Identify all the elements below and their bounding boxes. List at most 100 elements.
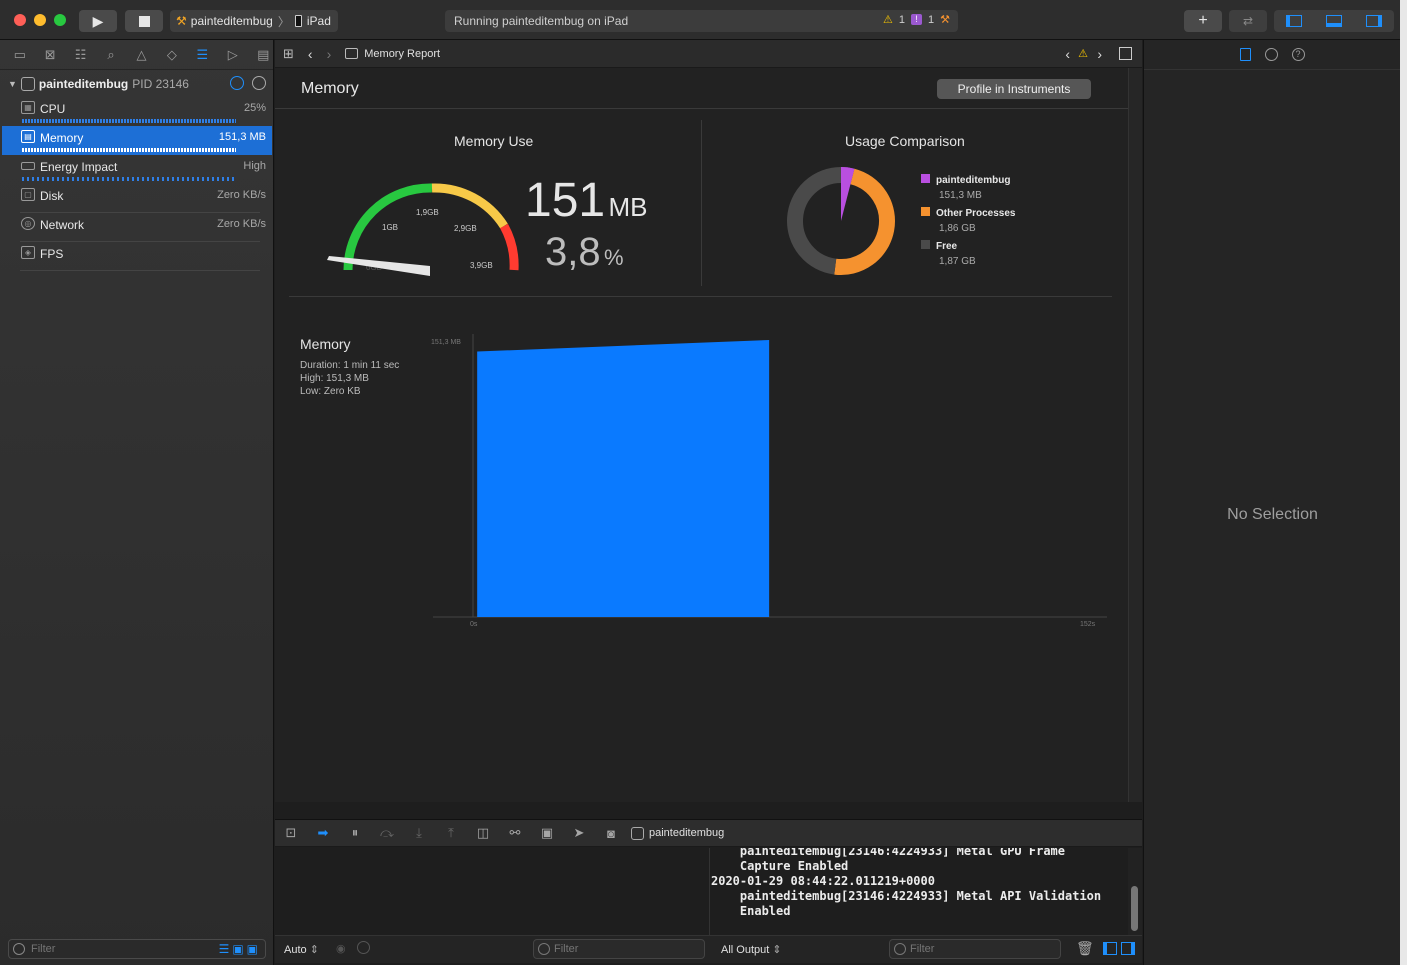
folder-icon[interactable]: ▭ (10, 47, 29, 63)
toggle-inspector-icon[interactable] (1366, 15, 1382, 27)
warnings-count: 1 (898, 13, 905, 26)
variables-filter[interactable] (533, 939, 705, 959)
legend-swatch-app (921, 174, 930, 183)
cpu-gauge[interactable]: ▦ CPU 25% (2, 97, 272, 126)
hide-debug-area-icon[interactable]: ⊡ (275, 825, 307, 841)
help-inspector-icon[interactable]: ? (1291, 48, 1305, 61)
next-issue-icon[interactable]: › (1097, 46, 1102, 62)
battery-icon (21, 162, 35, 170)
warning-icon[interactable]: ⚠ (1078, 47, 1088, 60)
activity-viewer: Running painteditembug on iPad ⚠ 1 ! 1 ⚒ (445, 10, 958, 32)
memory-percent-display: 3,8 % (545, 230, 624, 275)
console-scrollbar[interactable] (1128, 848, 1142, 935)
navigator-filter[interactable]: ☰▣▣ (8, 939, 266, 959)
find-icon[interactable]: ⌕ (101, 47, 120, 63)
source-control-icon[interactable]: ⊠ (40, 47, 59, 63)
build-hammer-icon: ⚒ (940, 14, 950, 26)
breakpoint-icon[interactable]: ▷ (223, 47, 242, 63)
disk-gauge[interactable]: ▢ Disk Zero KB/s (2, 184, 272, 213)
forward-chevron-icon[interactable]: › (327, 46, 332, 62)
editor-options-icon[interactable] (1119, 47, 1132, 60)
split-left-icon[interactable] (1103, 942, 1117, 955)
file-inspector-icon[interactable] (1239, 48, 1251, 61)
camera-icon[interactable]: ◙ (595, 826, 627, 841)
zoom-window-button[interactable] (54, 14, 66, 26)
eye-icon[interactable]: ◉ (336, 942, 346, 955)
breakpoints-toggle-icon[interactable]: ➡ (307, 825, 339, 841)
issue-navigator-icon[interactable]: △ (132, 47, 151, 63)
usage-comparison-title: Usage Comparison (845, 133, 965, 149)
arrows-swap-icon: ⇄ (1242, 14, 1254, 28)
filter-options-icons[interactable]: ☰▣▣ (219, 942, 261, 956)
environment-overrides-icon[interactable]: ▣ (531, 825, 563, 841)
view-hierarchy-icon[interactable]: ◫ (467, 825, 499, 841)
disclosure-triangle-icon[interactable]: ▼ (8, 79, 17, 89)
breadcrumb[interactable]: Memory Report (364, 48, 440, 60)
editor-scrollbar[interactable] (1128, 68, 1142, 802)
report-icon[interactable]: ▤ (254, 47, 273, 63)
memory-gauge[interactable]: ▤ Memory 151,3 MB (2, 126, 272, 155)
step-out-icon[interactable]: ⤒ (435, 825, 467, 841)
step-into-icon[interactable]: ⤓ (403, 825, 435, 841)
code-review-button[interactable]: ⇄ (1229, 10, 1267, 32)
memory-value: 151,3 MB (218, 131, 266, 143)
process-name: painteditembug (38, 77, 129, 91)
trash-icon[interactable]: 🗑 (1076, 940, 1094, 957)
network-globe-icon: ◎ (21, 217, 35, 230)
network-label: Network (40, 218, 85, 232)
divider (289, 296, 1112, 297)
back-chevron-icon[interactable]: ‹ (308, 46, 313, 62)
variables-filter-input[interactable] (554, 943, 694, 955)
pause-icon[interactable]: ⏸ (339, 825, 371, 841)
console-output-selector[interactable]: All Output ⇕ (721, 943, 782, 956)
cpu-icon: ▦ (21, 101, 35, 114)
legend-item-free: Free 1,87 GB (921, 239, 1016, 269)
symbol-icon[interactable]: ☷ (71, 47, 90, 63)
view-options-icon[interactable] (252, 76, 266, 90)
history-inspector-icon[interactable] (1264, 48, 1278, 61)
memory-icon: ▤ (21, 130, 35, 143)
debug-navigator-icon[interactable]: ☰ (193, 47, 212, 63)
navigator-filter-input[interactable] (31, 943, 201, 955)
minimize-window-button[interactable] (34, 14, 46, 26)
console-scroll-thumb[interactable] (1131, 886, 1138, 931)
fps-gauge[interactable]: ◈ FPS (2, 242, 272, 271)
run-button[interactable]: ▶ (79, 10, 117, 32)
related-items-icon[interactable]: ⊞ (283, 46, 294, 62)
profile-in-instruments-button[interactable]: Profile in Instruments (937, 79, 1091, 99)
usage-donut-chart (787, 167, 895, 275)
process-row[interactable]: ▼ painteditembug PID 23146 (0, 72, 274, 96)
close-window-button[interactable] (14, 14, 26, 26)
warning-icon[interactable]: ⚠ (883, 13, 893, 26)
stop-button[interactable] (125, 10, 163, 32)
step-over-icon[interactable]: ⤼ (371, 825, 403, 841)
console-filter[interactable] (889, 939, 1061, 959)
gauge-settings-icon[interactable] (230, 76, 244, 90)
test-icon[interactable]: ◇ (162, 47, 181, 63)
variables-scope-selector[interactable]: Auto ⇕ (284, 943, 319, 956)
navigator-selector-bar: ▭ ⊠ ☷ ⌕ △ ◇ ☰ ▷ ▤ (0, 40, 273, 70)
memory-graph-icon[interactable]: ⚯ (499, 825, 531, 841)
issue-icon[interactable]: ! (911, 14, 922, 25)
gauge-label-29gb: 2,9GB (454, 224, 477, 233)
scheme-selector[interactable]: ⚒ painteditembug 〉 iPad (170, 10, 338, 32)
device-name: iPad (306, 14, 331, 28)
variables-scope-label: Auto (284, 944, 307, 956)
energy-gauge[interactable]: Energy Impact High (2, 155, 272, 184)
network-gauge[interactable]: ◎ Network Zero KB/s (2, 213, 272, 242)
ipad-icon (294, 15, 302, 27)
simulate-location-icon[interactable]: ➤ (563, 825, 595, 841)
console-filter-input[interactable] (910, 943, 1050, 955)
info-icon[interactable] (357, 941, 370, 954)
library-button[interactable]: + (1184, 10, 1222, 32)
toggle-debug-area-icon[interactable] (1326, 15, 1342, 27)
toggle-navigator-icon[interactable] (1286, 15, 1302, 27)
gauge-label-19gb: 1,9GB (416, 208, 439, 217)
gauge-arc-red (499, 223, 519, 271)
console-output[interactable]: painteditembug[23146:4224933] Metal GPU … (711, 848, 1128, 935)
console-line: Enabled (711, 904, 791, 918)
prev-issue-icon[interactable]: ‹ (1065, 46, 1070, 62)
activity-status: Running painteditembug on iPad (454, 14, 629, 28)
split-right-icon[interactable] (1121, 942, 1135, 955)
debug-process-name[interactable]: painteditembug (649, 827, 724, 839)
